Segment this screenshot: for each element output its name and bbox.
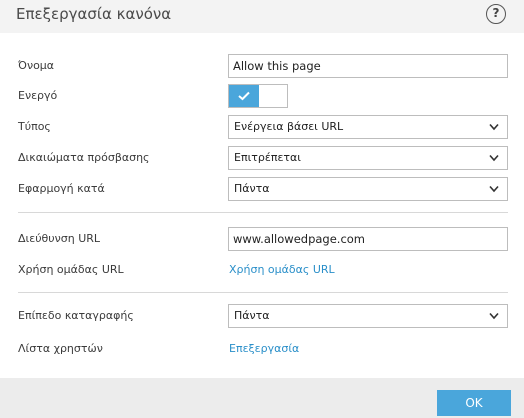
type-value: Ενέργεια βάσει URL xyxy=(234,120,344,133)
active-toggle[interactable] xyxy=(228,84,288,108)
chevron-down-icon xyxy=(489,123,499,131)
url-input[interactable] xyxy=(228,227,508,251)
toggle-knob xyxy=(229,85,259,107)
user-list-row: Λίστα χρηστών Επεξεργασία xyxy=(0,337,524,363)
ok-button[interactable]: OK xyxy=(437,390,511,416)
name-label: Όνομα xyxy=(18,59,55,72)
apply-label: Εφαρμογή κατά xyxy=(18,182,105,195)
type-label: Τύπος xyxy=(18,120,51,133)
chevron-down-icon xyxy=(489,312,499,320)
url-label: Διεύθυνση URL xyxy=(18,232,101,245)
log-level-value: Πάντα xyxy=(234,309,270,322)
active-label: Ενεργό xyxy=(18,89,58,102)
rule-form: Όνομα Ενεργό Τύπος Ενέργεια βάσει URL Δι… xyxy=(0,33,524,378)
name-row: Όνομα xyxy=(0,54,524,80)
type-select[interactable]: Ενέργεια βάσει URL xyxy=(228,115,508,139)
log-level-select[interactable]: Πάντα xyxy=(228,304,508,328)
type-row: Τύπος Ενέργεια βάσει URL xyxy=(0,115,524,141)
access-label: Δικαιώματα πρόσβασης xyxy=(18,151,150,164)
access-select[interactable]: Επιτρέπεται xyxy=(228,146,508,170)
name-input[interactable] xyxy=(228,54,508,78)
user-list-label: Λίστα χρηστών xyxy=(18,342,103,355)
check-icon xyxy=(238,91,250,101)
chevron-down-icon xyxy=(489,185,499,193)
access-value: Επιτρέπεται xyxy=(234,151,302,164)
apply-row: Εφαρμογή κατά Πάντα xyxy=(0,177,524,203)
log-level-row: Επίπεδο καταγραφής Πάντα xyxy=(0,304,524,330)
url-row: Διεύθυνση URL xyxy=(0,227,524,253)
log-level-label: Επίπεδο καταγραφής xyxy=(18,309,134,322)
user-list-edit-link[interactable]: Επεξεργασία xyxy=(229,342,299,355)
url-group-label: Χρήση ομάδας URL xyxy=(18,263,124,276)
url-group-row: Χρήση ομάδας URL Χρήση ομάδας URL xyxy=(0,258,524,284)
access-row: Δικαιώματα πρόσβασης Επιτρέπεται xyxy=(0,146,524,172)
title-bar: Επεξεργασία κανόνα ? xyxy=(0,0,524,31)
window-title: Επεξεργασία κανόνα xyxy=(16,5,172,23)
apply-value: Πάντα xyxy=(234,182,270,195)
help-icon[interactable]: ? xyxy=(486,4,506,24)
chevron-down-icon xyxy=(489,154,499,162)
active-row: Ενεργό xyxy=(0,84,524,110)
url-group-link[interactable]: Χρήση ομάδας URL xyxy=(229,263,335,276)
divider xyxy=(18,212,508,213)
divider xyxy=(18,292,508,293)
apply-select[interactable]: Πάντα xyxy=(228,177,508,201)
